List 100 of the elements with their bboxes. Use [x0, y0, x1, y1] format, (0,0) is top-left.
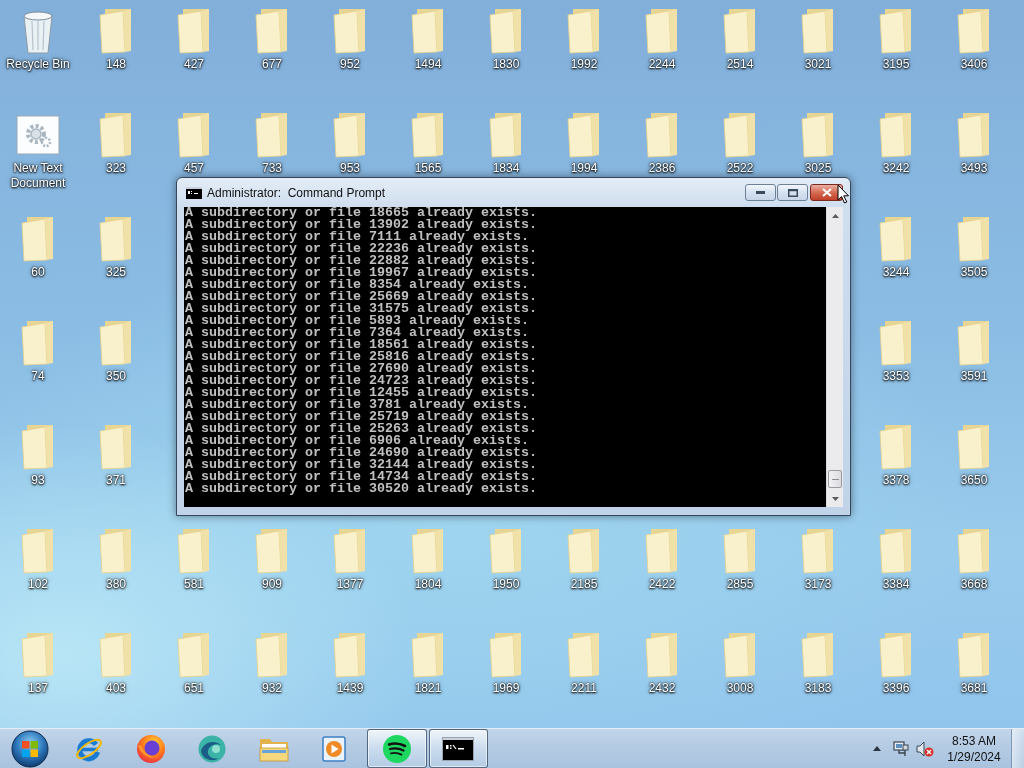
folder-item[interactable]: 457	[156, 108, 232, 176]
console-line: A subdirectory or file 22236 already exists.	[185, 243, 537, 255]
folder-item[interactable]: 323	[78, 108, 154, 176]
folder-item[interactable]: 3384	[858, 524, 934, 592]
console-line: A subdirectory or file 24723 already exists.	[185, 375, 537, 387]
folder-item[interactable]: 3406	[936, 4, 1012, 72]
folder-item[interactable]: 1830	[468, 4, 544, 72]
folder-item[interactable]: 403	[78, 628, 154, 696]
folder-item[interactable]: 2514	[702, 4, 778, 72]
folder-item[interactable]: 3396	[858, 628, 934, 696]
console-line: A subdirectory or file 8354 already exists.	[185, 279, 529, 291]
console-line: A subdirectory or file 6906 already exists.	[185, 435, 529, 447]
folder-item[interactable]: 2386	[624, 108, 700, 176]
console-line: A subdirectory or file 7364 already exists.	[185, 327, 529, 339]
folder-item[interactable]: 371	[78, 420, 154, 488]
folder-item[interactable]: 148	[78, 4, 154, 72]
folder-item[interactable]: 1494	[390, 4, 466, 72]
folder-item[interactable]: 1992	[546, 4, 622, 72]
folder-item[interactable]: 380	[78, 524, 154, 592]
network-icon	[893, 740, 909, 757]
folder-item[interactable]: 3183	[780, 628, 856, 696]
folder-item[interactable]: 3353	[858, 316, 934, 384]
folder-item[interactable]: 1950	[468, 524, 544, 592]
folder-item[interactable]: 2855	[702, 524, 778, 592]
folder-item[interactable]: 3591	[936, 316, 1012, 384]
sound-waves-icon	[381, 733, 412, 764]
console-line: A subdirectory or file 19967 already exists.	[185, 267, 537, 279]
text-document-item[interactable]: New Text Document	[0, 108, 76, 191]
console-line: A subdirectory or file 22882 already exists.	[185, 255, 537, 267]
folder-item[interactable]: 3025	[780, 108, 856, 176]
folder-item[interactable]: 325	[78, 212, 154, 280]
windows-logo-icon	[10, 729, 49, 768]
folder-item[interactable]: 932	[234, 628, 310, 696]
folder-item[interactable]: 3493	[936, 108, 1012, 176]
folder-item[interactable]: 3244	[858, 212, 934, 280]
folder-item[interactable]: 350	[78, 316, 154, 384]
console-line: A subdirectory or file 7111 already exists.	[185, 231, 529, 243]
minimize-button[interactable]	[745, 184, 776, 201]
console-line: A subdirectory or file 5893 already exists.	[185, 315, 529, 327]
folder-item[interactable]: 1969	[468, 628, 544, 696]
folder-item[interactable]: 3681	[936, 628, 1012, 696]
taskbar-button[interactable]	[428, 729, 488, 768]
terminal-icon	[186, 186, 202, 199]
folder-item[interactable]: 733	[234, 108, 310, 176]
folder-item[interactable]: 3242	[858, 108, 934, 176]
folder-item[interactable]: 677	[234, 4, 310, 72]
console-line: A subdirectory or file 18561 already exists.	[185, 339, 537, 351]
folder-item[interactable]: 3021	[780, 4, 856, 72]
folder-item[interactable]: 1565	[390, 108, 466, 176]
taskbar-button[interactable]	[367, 729, 427, 768]
console-line: A subdirectory or file 25669 already exists.	[185, 291, 537, 303]
folder-item[interactable]: 2244	[624, 4, 700, 72]
folder-item[interactable]: 1821	[390, 628, 466, 696]
minimize-icon	[756, 191, 765, 194]
mouse-pointer-icon	[837, 184, 850, 204]
folder-item[interactable]: 953	[312, 108, 388, 176]
console-line: A subdirectory or file 31575 already exists.	[185, 303, 537, 315]
folder-item[interactable]: 909	[234, 524, 310, 592]
folder-item[interactable]: 1439	[312, 628, 388, 696]
folder-item[interactable]: 2522	[702, 108, 778, 176]
folder-item[interactable]: 3505	[936, 212, 1012, 280]
folder-item[interactable]: 102	[0, 524, 76, 592]
folder-item[interactable]: 1994	[546, 108, 622, 176]
folder-item[interactable]: 3173	[780, 524, 856, 592]
scrollbar-thumb[interactable]	[828, 470, 842, 488]
folder-item[interactable]: 3668	[936, 524, 1012, 592]
folder-item[interactable]: 3378	[858, 420, 934, 488]
folder-item[interactable]: 2432	[624, 628, 700, 696]
clock[interactable]: 8:53 AM 1/29/2024	[943, 729, 1005, 768]
caret-up-icon	[873, 746, 881, 751]
close-icon	[821, 188, 832, 197]
folder-item[interactable]: 3195	[858, 4, 934, 72]
console-line: A subdirectory or file 25816 already exists.	[185, 351, 537, 363]
folder-item[interactable]: 651	[156, 628, 232, 696]
folder-item[interactable]: 427	[156, 4, 232, 72]
folder-item[interactable]: 74	[0, 316, 76, 384]
folder-item[interactable]: 952	[312, 4, 388, 72]
muted-speaker-icon	[916, 740, 934, 757]
gear-document-icon	[15, 112, 61, 158]
folder-item[interactable]: 93	[0, 420, 76, 488]
folder-item[interactable]: 1377	[312, 524, 388, 592]
folder-item[interactable]: 137	[0, 628, 76, 696]
swirl-icon	[197, 733, 228, 764]
folder-item[interactable]: 2422	[624, 524, 700, 592]
maximize-button[interactable]	[777, 184, 808, 201]
folder-item[interactable]: 60	[0, 212, 76, 280]
folder-item[interactable]: 2185	[546, 524, 622, 592]
recycle-bin-item[interactable]: Recycle Bin	[0, 4, 76, 72]
console-line: A subdirectory or file 24690 already exists.	[185, 447, 537, 459]
folder-item[interactable]: 3008	[702, 628, 778, 696]
folder-item[interactable]: 1804	[390, 524, 466, 592]
folder-item[interactable]: 1834	[468, 108, 544, 176]
folder-item[interactable]: 2211	[546, 628, 622, 696]
folder-item[interactable]: 581	[156, 524, 232, 592]
window-title: Administrator: Command Prompt	[207, 185, 387, 200]
terminal-icon	[442, 736, 475, 761]
console-line: A subdirectory or file 14734 already exists.	[185, 471, 537, 483]
folder-item[interactable]: 3650	[936, 420, 1012, 488]
caret-up-icon	[831, 213, 839, 218]
console-line: A subdirectory or file 3781 already exists.	[185, 399, 529, 411]
